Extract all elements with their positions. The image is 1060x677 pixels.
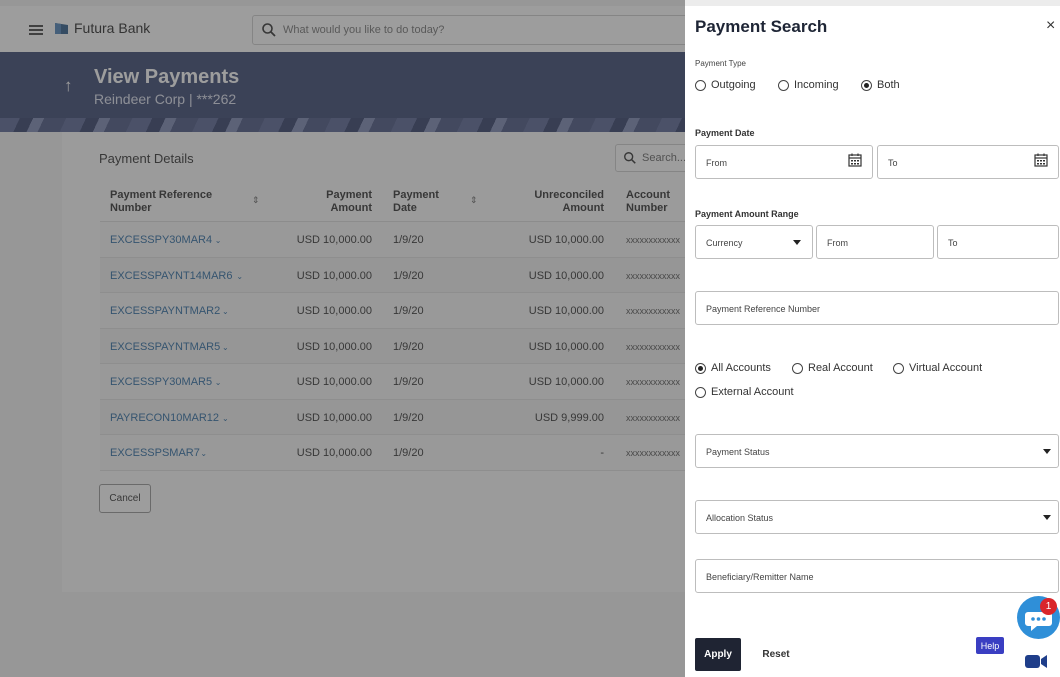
calendar-icon[interactable] <box>848 153 862 167</box>
date-to-placeholder: To <box>888 158 898 168</box>
video-glyph <box>1025 655 1047 668</box>
radio-indicator <box>778 79 789 91</box>
caret-down-icon <box>1043 515 1051 520</box>
payment-status-select[interactable]: Payment Status <box>695 434 1059 468</box>
caret-down-icon <box>1043 449 1051 454</box>
radio-label: Virtual Account <box>909 362 983 374</box>
payment-status-placeholder: Payment Status <box>706 447 770 457</box>
payment-date-label: Payment Date <box>695 128 755 138</box>
currency-select[interactable]: Currency <box>695 225 813 259</box>
radio-label: Both <box>877 79 900 91</box>
panel-title: Payment Search <box>695 17 828 36</box>
radio-outgoing[interactable]: Outgoing <box>695 79 756 91</box>
allocation-status-placeholder: Allocation Status <box>706 513 774 523</box>
date-from-placeholder: From <box>706 158 727 168</box>
payment-reference-placeholder: Payment Reference Number <box>706 304 821 314</box>
modal-backdrop[interactable] <box>0 0 685 677</box>
amount-from-placeholder: From <box>827 238 848 248</box>
radio-label: External Account <box>711 386 794 398</box>
radio-indicator <box>695 386 706 398</box>
radio-indicator <box>695 79 706 91</box>
allocation-status-select[interactable]: Allocation Status <box>695 500 1059 534</box>
radio-indicator-selected <box>695 362 706 374</box>
radio-external-account[interactable]: External Account <box>695 386 794 398</box>
notification-badge: 1 <box>1040 598 1057 615</box>
beneficiary-remitter-placeholder: Beneficiary/Remitter Name <box>706 572 814 582</box>
currency-placeholder: Currency <box>706 238 743 248</box>
radio-label: All Accounts <box>711 362 771 374</box>
amount-to-input[interactable]: To <box>937 225 1059 259</box>
radio-label: Real Account <box>808 362 873 374</box>
payment-reference-input[interactable]: Payment Reference Number <box>695 291 1059 325</box>
reset-button[interactable]: Reset <box>753 638 799 671</box>
payment-type-label: Payment Type <box>695 59 746 68</box>
amount-from-input[interactable]: From <box>816 225 934 259</box>
radio-label: Outgoing <box>711 79 756 91</box>
radio-both[interactable]: Both <box>861 79 900 91</box>
radio-all-accounts[interactable]: All Accounts <box>695 362 771 374</box>
help-button[interactable]: Help <box>976 637 1004 654</box>
radio-indicator <box>893 362 904 374</box>
apply-button[interactable]: Apply <box>695 638 741 671</box>
radio-indicator-selected <box>861 79 872 91</box>
background-app: Futura Bank What would you like to do to… <box>0 0 685 677</box>
radio-virtual-account[interactable]: Virtual Account <box>893 362 982 374</box>
amount-to-placeholder: To <box>948 238 958 248</box>
date-from-input[interactable]: From <box>695 145 873 179</box>
radio-real-account[interactable]: Real Account <box>792 362 873 374</box>
beneficiary-remitter-input[interactable]: Beneficiary/Remitter Name <box>695 559 1059 593</box>
radio-indicator <box>792 362 803 374</box>
amount-range-label: Payment Amount Range <box>695 209 799 219</box>
close-icon[interactable]: × <box>1046 17 1055 35</box>
video-icon[interactable] <box>1013 646 1060 677</box>
radio-incoming[interactable]: Incoming <box>778 79 839 91</box>
radio-label: Incoming <box>794 79 839 91</box>
calendar-icon[interactable] <box>1034 153 1048 167</box>
caret-down-icon <box>793 240 801 245</box>
date-to-input[interactable]: To <box>877 145 1059 179</box>
payment-search-panel: Payment Search × Payment Type Outgoing I… <box>685 6 1060 677</box>
